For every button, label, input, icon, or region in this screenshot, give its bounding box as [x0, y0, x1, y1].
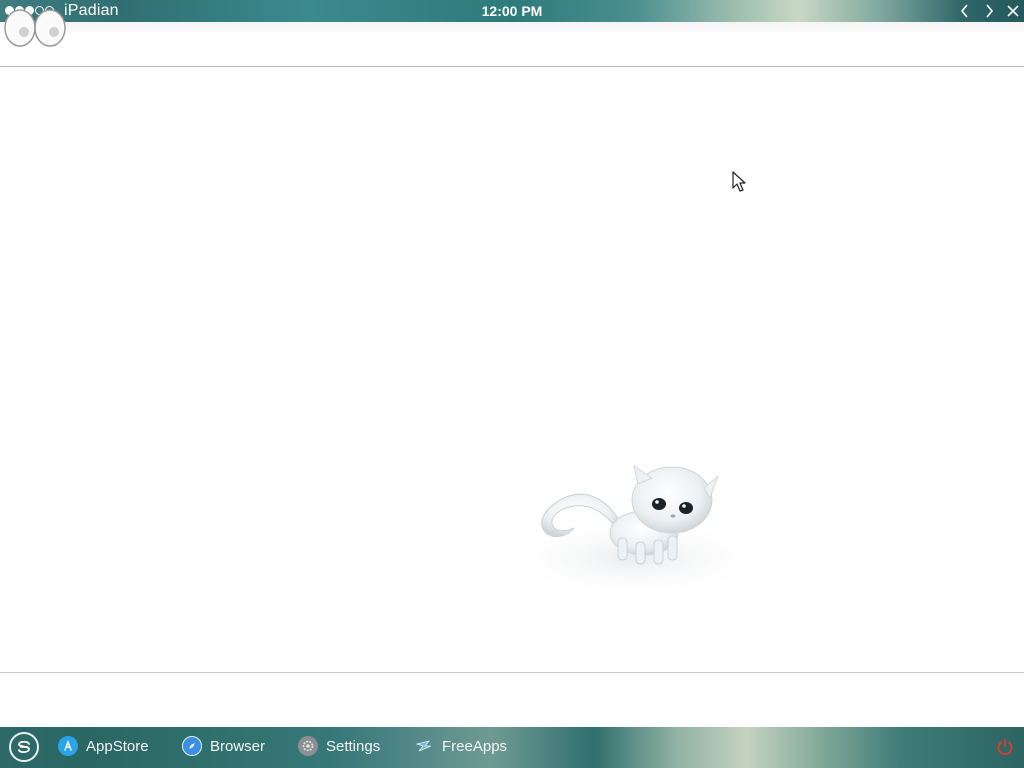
wallpaper-creature-image	[501, 465, 771, 598]
taskbar-dock: AppStore Browser Settings FreeApps	[0, 727, 1024, 768]
dock-item-appstore[interactable]: AppStore	[58, 736, 149, 756]
main-content-area[interactable]	[0, 67, 1024, 672]
close-button[interactable]	[1004, 2, 1022, 20]
header-strip	[0, 9, 1024, 67]
forward-icon	[986, 4, 994, 18]
dock-item-label: Browser	[210, 737, 266, 755]
back-icon	[960, 4, 968, 18]
close-icon	[1007, 5, 1019, 17]
ipadian-logo-icon	[18, 740, 30, 754]
bottom-strip	[0, 672, 1024, 728]
mouse-cursor-icon	[732, 171, 746, 192]
dock-item-settings[interactable]: Settings	[298, 736, 380, 756]
dock-item-label: Settings	[326, 737, 381, 755]
dock-item-label: FreeApps	[442, 737, 508, 755]
dock-item-label: AppStore	[86, 737, 149, 755]
power-button[interactable]	[996, 738, 1014, 756]
forward-button[interactable]	[980, 2, 998, 20]
power-icon	[997, 738, 1013, 756]
dock-item-browser[interactable]: Browser	[182, 736, 265, 756]
appstore-icon	[58, 736, 78, 756]
window-controls	[956, 2, 1022, 20]
clock: 12:00 PM	[481, 3, 543, 19]
mascot-eyes-icon	[4, 9, 66, 47]
back-button[interactable]	[956, 2, 974, 20]
carrier-name: iPadian	[64, 2, 119, 19]
compass-icon	[182, 736, 202, 756]
freeapps-icon	[414, 736, 434, 756]
dock-item-freeapps[interactable]: FreeApps	[414, 736, 507, 756]
start-button[interactable]	[9, 732, 39, 762]
gear-icon	[298, 736, 318, 756]
status-bar: iPadian 12:00 PM	[0, 0, 1024, 22]
